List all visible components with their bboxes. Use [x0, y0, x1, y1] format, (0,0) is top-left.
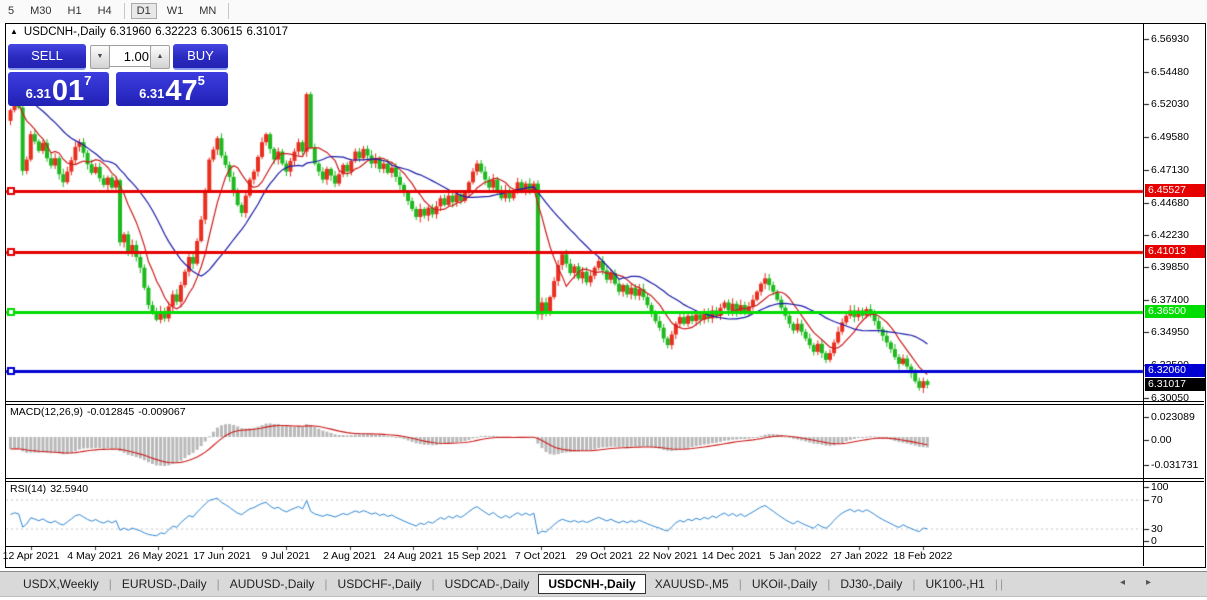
- macd-name: MACD(12,26,9): [10, 406, 83, 418]
- hline-price-label: 6.36500: [1145, 304, 1205, 318]
- macd-signal-value: -0.009067: [138, 406, 186, 418]
- hline-price-label: 6.45527: [1145, 184, 1205, 198]
- mt4-terminal: 5M30H1H4D1W1MN ▲USDCNH-,Daily6.319606.32…: [0, 0, 1207, 600]
- rsi-indicator-label: RSI(14) 32.5940: [10, 483, 92, 495]
- tab-eurusd-daily[interactable]: EURUSD-,Daily: [113, 575, 216, 593]
- tab-scroll-right-icon[interactable]: ▸: [1146, 577, 1151, 588]
- collapse-chart-icon[interactable]: ▲: [10, 27, 18, 36]
- pane-separator[interactable]: [6, 481, 1204, 482]
- tab-scroll-left-icon[interactable]: ◂: [1120, 577, 1125, 588]
- tab-separator: |: [738, 577, 742, 591]
- volume-increase-button[interactable]: ▲: [150, 45, 170, 69]
- buy-price-box[interactable]: 6.31 47 5: [116, 72, 228, 106]
- pane-separator[interactable]: [6, 478, 1204, 479]
- tab-dj30-daily[interactable]: DJ30-,Daily: [831, 575, 911, 593]
- tab-audusd-daily[interactable]: AUDUSD-,Daily: [221, 575, 324, 593]
- price-tick-label: 6.30050: [1151, 391, 1189, 404]
- rsi-name: RSI(14): [10, 483, 47, 495]
- sell-price-box[interactable]: 6.31 01 7: [8, 72, 109, 106]
- tab-separator: |: [216, 577, 220, 591]
- price-tick-label: 6.39850: [1151, 261, 1189, 274]
- chart-tab-bar: USDX,Weekly | EURUSD-,Daily | AUDUSD-,Daily |…: [0, 571, 1207, 596]
- hline-price-label: 6.32060: [1145, 364, 1205, 378]
- macd-main-value: -0.012845: [86, 406, 135, 418]
- tab-uk100-h1[interactable]: UK100-,H1: [916, 575, 993, 593]
- tab-usdx-weekly[interactable]: USDX,Weekly: [14, 575, 108, 593]
- tab-separator: |: [431, 577, 435, 591]
- ohlc-high: 6.32223: [155, 26, 197, 38]
- volume-decrease-button[interactable]: ▼: [90, 45, 110, 69]
- buy-price-small: 6.31: [139, 86, 165, 101]
- buy-price-superscript: 5: [197, 73, 205, 88]
- pane-separator[interactable]: [6, 404, 1204, 405]
- rsi-scale-label: 0: [1151, 534, 1157, 547]
- macd-scale-label: 0.023089: [1151, 411, 1195, 423]
- tab-separator: |: [994, 577, 998, 591]
- rsi-scale-label: 100: [1151, 481, 1169, 493]
- sell-price-superscript: 7: [84, 73, 92, 88]
- buy-button[interactable]: BUY: [173, 44, 228, 70]
- tab-separator: |: [827, 577, 831, 591]
- trade-panel-row: SELL ▼ ▲ BUY: [8, 44, 228, 70]
- sell-price-small: 6.31: [25, 86, 51, 101]
- tab-xauusd-m5[interactable]: XAUUSD-,M5: [646, 575, 738, 593]
- one-click-trade-panel: SELL ▼ ▲ BUY 6.31 01 7 6.31 47 5: [8, 44, 228, 106]
- tab-usdcad-daily[interactable]: USDCAD-,Daily: [436, 575, 539, 593]
- ohlc-low: 6.30615: [200, 26, 243, 38]
- macd-indicator-label: MACD(12,26,9) -0.012845 -0.009067: [10, 406, 190, 418]
- pane-separator: [6, 546, 1204, 547]
- macd-scale-label: 0.00: [1151, 433, 1172, 446]
- price-tick-label: 6.44680: [1151, 196, 1189, 209]
- hline-price-label: 6.41013: [1145, 244, 1205, 258]
- sell-price-big: 01: [51, 75, 85, 107]
- rsi-scale-label: 70: [1151, 493, 1163, 506]
- price-tick-label: 6.54480: [1151, 65, 1189, 78]
- chart-title-bar: ▲ USDCNH-,Daily 6.31960 6.32223 6.30615 6.310…: [10, 26, 292, 38]
- ohlc-close: 6.31017: [246, 26, 289, 38]
- tab-separator: |: [324, 577, 328, 591]
- tab-separator: |: [999, 577, 1004, 591]
- sell-button[interactable]: SELL: [8, 44, 86, 70]
- current-price-label: 6.31017: [1145, 378, 1205, 392]
- macd-scale-label: -0.031731: [1151, 458, 1199, 471]
- price-tick-label: 6.49580: [1151, 131, 1189, 144]
- tab-usdchf-daily[interactable]: USDCHF-,Daily: [329, 575, 431, 593]
- tab-separator: |: [108, 577, 112, 591]
- price-tick-label: 6.34950: [1151, 326, 1189, 339]
- tab-usdcnh-daily[interactable]: USDCNH-,Daily: [538, 574, 646, 594]
- price-tick-label: 6.52030: [1151, 98, 1189, 111]
- price-tick-label: 6.47130: [1151, 163, 1189, 176]
- price-tick-label: 6.42230: [1151, 229, 1189, 242]
- ohlc-open: 6.31960: [109, 26, 152, 38]
- tab-ukoil-daily[interactable]: UKOil-,Daily: [743, 575, 826, 593]
- tab-separator: |: [912, 577, 916, 591]
- pane-separator[interactable]: [6, 401, 1204, 402]
- rsi-scale-label: 30: [1151, 522, 1163, 535]
- chart-symbol-title: USDCNH-,Daily: [23, 26, 106, 38]
- buy-price-big: 47: [165, 75, 198, 107]
- volume-input[interactable]: [109, 45, 153, 67]
- date-label: 18 Feb 2022: [893, 550, 953, 562]
- price-tick-label: 6.56930: [1151, 33, 1189, 45]
- rsi-value: 32.5940: [50, 483, 89, 495]
